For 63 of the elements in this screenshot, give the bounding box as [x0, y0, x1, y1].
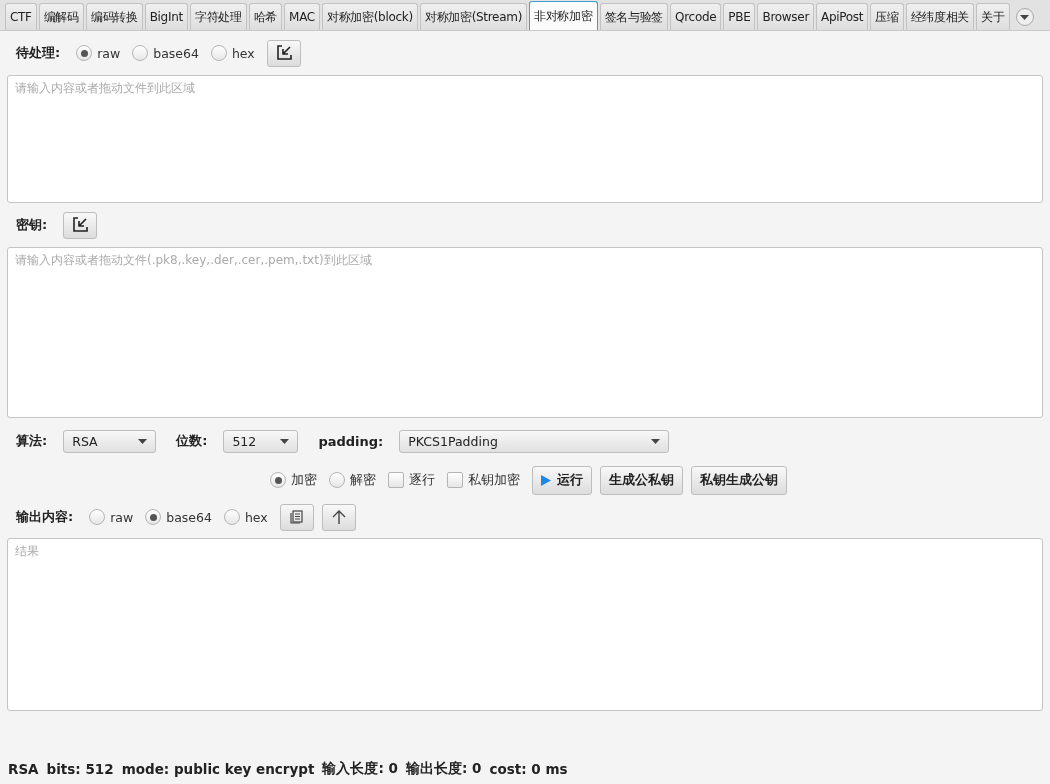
copy-button[interactable] [279, 503, 314, 531]
tab[interactable]: 经纬度相关 [905, 3, 975, 30]
tab[interactable]: Browser [757, 3, 814, 30]
run-button[interactable]: 运行 [532, 465, 592, 495]
radio-option[interactable]: raw [76, 45, 121, 61]
tab[interactable]: 关于 [976, 3, 1010, 30]
tab[interactable]: 签名与验签 [599, 3, 669, 30]
status-text: 输出长度: 0 [405, 760, 482, 778]
radio-option[interactable]: base64 [145, 509, 212, 525]
checkbox-option[interactable]: 私钥加密 [447, 471, 520, 489]
dropdown[interactable]: RSA [63, 429, 157, 453]
action-button[interactable]: 私钥生成公钥 [691, 465, 787, 495]
checkbox-option[interactable]: 逐行 [388, 471, 435, 489]
radio-option[interactable]: raw [89, 509, 134, 525]
action-button[interactable]: 生成公私钥 [600, 465, 683, 495]
play-icon [541, 474, 551, 486]
caret-icon [651, 438, 661, 444]
tab[interactable]: MAC [284, 3, 320, 30]
tab[interactable]: CTF [5, 3, 37, 30]
radio-option[interactable]: 解密 [329, 471, 376, 489]
setting-label: padding: [318, 433, 384, 449]
caret-icon [280, 438, 290, 444]
caret-icon [1020, 14, 1029, 20]
output-label: 输出内容: [16, 508, 74, 526]
up-button[interactable] [321, 503, 356, 531]
status-text: RSA [8, 761, 39, 777]
setting-label: 算法: [16, 432, 48, 450]
status-text: 输入长度: 0 [322, 760, 398, 778]
tab[interactable]: 字符处理 [189, 3, 247, 30]
dropdown[interactable]: 512 [223, 429, 299, 453]
status-text: bits: 512 [46, 761, 114, 777]
tab[interactable]: BigInt [144, 3, 188, 30]
radio-option[interactable]: hex [210, 45, 255, 61]
import-button[interactable] [266, 39, 301, 67]
tab[interactable]: 编码转换 [85, 3, 143, 30]
tab[interactable]: ApiPost [816, 3, 869, 30]
caret-icon [138, 438, 148, 444]
dropdown[interactable]: PKCS1Padding [399, 429, 670, 453]
tab-menu-button[interactable] [1015, 8, 1034, 26]
result-field[interactable]: 结果 [7, 538, 1043, 711]
input-label: 待处理: [16, 44, 61, 62]
import-button[interactable] [63, 211, 98, 239]
tab[interactable]: Qrcode [670, 3, 722, 30]
radio-option[interactable]: 加密 [270, 471, 317, 489]
copy-icon [289, 510, 304, 524]
status-text: mode: public key encrypt [121, 761, 315, 777]
tab[interactable]: 压缩 [870, 3, 904, 30]
import-icon [71, 216, 90, 234]
tab[interactable]: PBE [723, 3, 756, 30]
status-text: cost: 0 ms [489, 761, 568, 777]
key-field[interactable]: 请输入内容或者拖动文件(.pk8,.key,.der,.cer,.pem,.txt)到此区域 [7, 247, 1043, 418]
radio-option[interactable]: base64 [132, 45, 199, 61]
tab[interactable]: 非对称加密 [529, 1, 598, 30]
import-icon [274, 44, 293, 62]
tab[interactable]: 对称加密(block) [321, 3, 418, 30]
key-label: 密钥: [16, 216, 48, 234]
up-arrow-icon [331, 509, 346, 525]
setting-label: 位数: [176, 432, 208, 450]
tab[interactable]: 对称加密(Stream) [419, 3, 528, 30]
tab[interactable]: 编解码 [38, 3, 84, 30]
tab[interactable]: 哈希 [248, 3, 283, 30]
input-field[interactable]: 请输入内容或者拖动文件到此区域 [7, 75, 1043, 203]
radio-option[interactable]: hex [223, 509, 268, 525]
